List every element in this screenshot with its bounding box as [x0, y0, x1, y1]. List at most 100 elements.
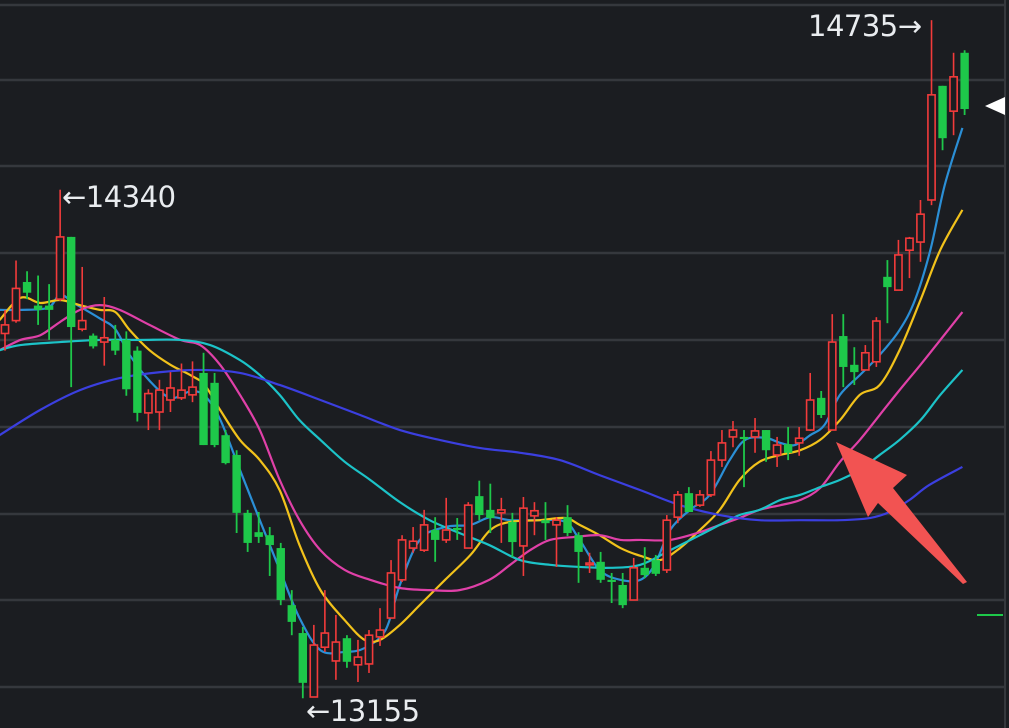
candle-body: [11, 287, 21, 322]
candles: [0, 20, 969, 699]
candle-body: [894, 254, 903, 291]
candle-body: [353, 656, 363, 666]
candle-body: [463, 504, 473, 549]
candle-body: [122, 339, 131, 390]
candle-body: [717, 442, 727, 461]
candle-down: [839, 314, 848, 388]
candle-up: [496, 497, 506, 543]
candle-body: [221, 435, 230, 464]
candle-down: [342, 635, 352, 668]
candle-body: [89, 335, 98, 347]
candle-body: [210, 382, 219, 446]
candle-body: [177, 389, 186, 399]
candle-up: [364, 630, 374, 673]
candle-body: [475, 496, 484, 516]
candle-body: [574, 535, 583, 552]
candle-body: [375, 629, 385, 638]
candle-body: [640, 567, 649, 576]
candle-body: [188, 386, 197, 396]
candle-body: [232, 454, 241, 513]
candle-body: [530, 509, 539, 517]
candle-down: [199, 352, 208, 446]
candle-body: [309, 644, 319, 698]
candle-body: [364, 634, 374, 665]
candle-body: [706, 459, 716, 496]
candle-up: [805, 372, 815, 431]
candle-up: [750, 418, 760, 453]
candle-body: [739, 436, 749, 440]
candle-body: [850, 364, 859, 373]
candle-down: [111, 324, 120, 355]
candle-down: [22, 271, 32, 300]
candle-up: [11, 260, 21, 323]
candle-up: [927, 20, 936, 206]
candle-up: [309, 624, 319, 698]
candle-body: [552, 519, 561, 526]
grid-lines: [0, 3, 1005, 689]
candle-up: [386, 560, 396, 619]
candle-body: [287, 605, 296, 622]
candle-body: [397, 539, 407, 581]
candle-body: [298, 633, 308, 683]
candle-body: [320, 632, 330, 649]
candle-up: [397, 535, 407, 582]
local-high-price-label: ←14340: [62, 180, 176, 214]
candle-body: [927, 94, 936, 201]
candle-body: [805, 399, 815, 431]
candle-body: [44, 305, 54, 310]
candle-body: [651, 560, 660, 574]
candle-body: [585, 562, 594, 566]
candle-body: [342, 638, 352, 662]
candle-up: [871, 317, 881, 367]
candle-up: [519, 496, 528, 576]
candle-body: [486, 509, 495, 519]
candle-body: [607, 579, 616, 582]
candle-body: [386, 572, 396, 619]
candle-down: [486, 483, 495, 534]
candle-body: [817, 397, 826, 416]
candle-body: [430, 530, 440, 540]
candle-body: [883, 276, 892, 288]
candle-body: [453, 527, 462, 531]
candle-down: [563, 505, 572, 537]
candle-down: [850, 347, 859, 385]
candle-down: [817, 390, 826, 419]
candle-body: [662, 519, 672, 571]
candle-body: [783, 444, 793, 453]
candle-body: [905, 237, 914, 252]
candle-up: [585, 552, 594, 573]
candle-down: [684, 487, 694, 513]
candle-up: [188, 361, 197, 403]
candle-body: [695, 494, 705, 506]
candle-body: [618, 584, 627, 606]
candle-body: [541, 520, 550, 524]
current-price-marker-icon: [985, 97, 1005, 115]
candle-body: [916, 213, 925, 243]
candle-up: [441, 497, 451, 543]
candle-up: [331, 615, 341, 680]
candle-down: [232, 450, 241, 534]
candle-body: [408, 540, 418, 549]
candle-up: [905, 236, 914, 279]
candle-body: [55, 236, 65, 300]
candle-body: [143, 392, 153, 414]
candle-down: [883, 260, 892, 324]
candle-body: [331, 641, 341, 662]
candle-body: [508, 521, 517, 543]
candle-down: [66, 236, 76, 388]
candle-body: [629, 567, 639, 601]
candle-body: [827, 341, 837, 431]
candle-up: [717, 430, 727, 467]
candle-down: [938, 85, 947, 151]
candle-body: [243, 512, 252, 543]
candle-body: [199, 372, 208, 446]
candle-body: [794, 437, 804, 444]
candle-up: [827, 314, 837, 431]
candle-body: [166, 387, 175, 401]
candle-up: [629, 557, 639, 601]
candle-up: [143, 389, 153, 431]
candle-body: [419, 524, 429, 552]
candle-up: [894, 239, 903, 291]
candle-body: [155, 389, 164, 413]
candle-up: [77, 266, 87, 332]
